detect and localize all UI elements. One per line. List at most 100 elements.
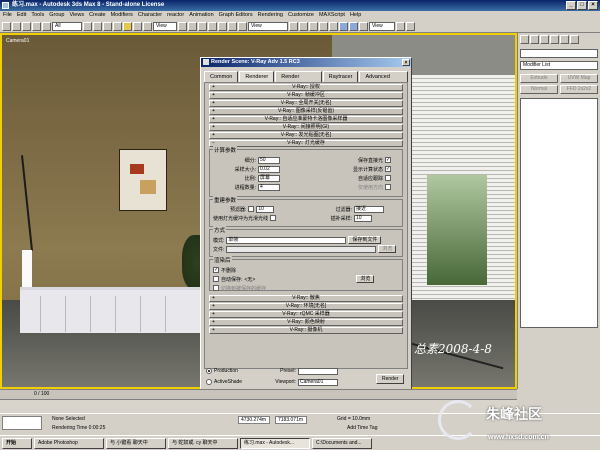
menu-help[interactable]: Help <box>350 11 361 20</box>
rect-select-icon[interactable] <box>103 21 112 31</box>
dont-delete-checkbox[interactable]: ✓ <box>213 267 219 273</box>
utilities-tab-icon[interactable] <box>570 35 579 44</box>
save-to-file-button[interactable]: 保存到文件 <box>348 236 382 244</box>
modifier-stack[interactable] <box>520 98 598 328</box>
menu-modifiers[interactable]: Modifiers <box>111 11 133 20</box>
viewport-label[interactable]: Camera01 <box>6 38 29 44</box>
unlink-icon[interactable] <box>32 21 41 31</box>
tab-advanced-lighting[interactable]: Advanced Lighting <box>359 71 408 90</box>
mirror-icon[interactable] <box>289 21 298 31</box>
menu-graph-editors[interactable]: Graph Editors <box>219 11 253 20</box>
modify-tab-icon[interactable] <box>530 35 539 44</box>
menu-animation[interactable]: Animation <box>189 11 213 20</box>
interp-samples-input[interactable]: 10 <box>354 214 372 222</box>
sample-size-input[interactable]: 0.02 <box>258 165 280 173</box>
rollout-authorization[interactable]: + V-Ray:: 授权 <box>209 84 403 91</box>
rollout-camera[interactable]: + V-Ray:: 摄像机 <box>209 327 403 334</box>
window-crossing-icon[interactable] <box>113 21 122 31</box>
rollout-global-switches[interactable]: + V-Ray:: 全局开关[无名] <box>209 100 403 107</box>
coord-y[interactable]: 7183.071m <box>275 416 307 424</box>
rotate-icon[interactable] <box>133 21 142 31</box>
move-icon[interactable] <box>123 21 132 31</box>
adaptive-checkbox[interactable] <box>385 175 391 181</box>
menu-character[interactable]: Character <box>138 11 162 20</box>
file-input[interactable] <box>226 245 377 253</box>
menu-group[interactable]: Group <box>49 11 64 20</box>
passes-input[interactable]: 4 <box>258 183 280 191</box>
menu-create[interactable]: Create <box>89 11 106 20</box>
render-button[interactable]: Render <box>376 374 405 384</box>
prefilter-input[interactable]: 10 <box>256 205 275 213</box>
material-editor-icon[interactable] <box>339 21 348 31</box>
use-for-glossy-checkbox[interactable] <box>270 215 277 221</box>
start-button[interactable]: 开始 <box>2 438 32 449</box>
layer-manager-icon[interactable] <box>309 21 318 31</box>
named-selection-icon[interactable] <box>238 21 247 31</box>
coord-x[interactable]: 4730.274m <box>238 416 270 424</box>
auto-save-browse-button[interactable]: 浏览 <box>356 275 375 283</box>
rollout-color-mapping[interactable]: + V-Ray:: 颜色映射 <box>209 319 403 326</box>
rollout-rqmc-sampler[interactable]: + V-Ray:: rQMC 采样器 <box>209 311 403 318</box>
rollout-adaptive-qmc[interactable]: + V-Ray:: 自适应准蒙特卡洛图像采样器 <box>209 116 403 123</box>
align-icon[interactable] <box>299 21 308 31</box>
menu-customize[interactable]: Customize <box>288 11 314 20</box>
task-3dsmax[interactable]: 练习.max - Autodesk... <box>240 438 310 449</box>
link-icon[interactable] <box>22 21 31 31</box>
object-name-field[interactable] <box>520 49 598 58</box>
tab-common[interactable]: Common <box>204 71 239 82</box>
close-button[interactable]: × <box>588 1 598 10</box>
redo-icon[interactable] <box>12 21 21 31</box>
production-radio[interactable] <box>206 368 212 374</box>
percent-snap-icon[interactable] <box>218 21 227 31</box>
rollout-caustics[interactable]: + V-Ray:: 散焦 <box>209 295 403 302</box>
task-chat-1[interactable]: 与 小键看 聊天中 <box>106 438 166 449</box>
undo-icon[interactable] <box>2 21 11 31</box>
schematic-view-icon[interactable] <box>329 21 338 31</box>
browse-file-button[interactable]: 浏览 <box>378 245 397 253</box>
menu-file[interactable]: File <box>3 11 12 20</box>
ffd-button[interactable]: FFD 2x2x2 <box>560 85 598 94</box>
menu-edit[interactable]: Edit <box>17 11 26 20</box>
switch-saved-checkbox[interactable] <box>213 285 219 291</box>
angle-snap-icon[interactable] <box>208 21 217 31</box>
mode-select[interactable]: 单帧 <box>226 236 347 244</box>
tab-render-elements[interactable]: Render Elements <box>275 71 322 90</box>
show-phase-checkbox[interactable]: ✓ <box>385 166 391 172</box>
create-tab-icon[interactable] <box>520 35 529 44</box>
tab-raytracer[interactable]: Raytracer <box>322 71 359 82</box>
uvw-map-button[interactable]: UVW Map <box>560 74 598 83</box>
rollout-image-sampler[interactable]: + V-Ray:: 图像采样(反锯齿) <box>209 108 403 115</box>
task-photoshop[interactable]: Adobe Photoshop <box>34 438 104 449</box>
render-scene-icon[interactable] <box>349 21 358 31</box>
snap-icon[interactable] <box>198 21 207 31</box>
scale-select[interactable]: 屏幕 <box>258 174 280 182</box>
scale-icon[interactable] <box>143 21 152 31</box>
menu-rendering[interactable]: Rendering <box>258 11 283 20</box>
use-directions-checkbox[interactable] <box>385 184 391 190</box>
minimize-button[interactable]: _ <box>566 1 576 10</box>
selection-filter[interactable]: All <box>52 21 82 31</box>
spinner-snap-icon[interactable] <box>228 21 237 31</box>
normal-button[interactable]: Normal <box>520 85 558 94</box>
menu-tools[interactable]: Tools <box>31 11 44 20</box>
tab-renderer[interactable]: Renderer <box>239 71 275 82</box>
rollout-light-cache[interactable]: − V-Ray:: 灯光缓存 <box>209 140 403 147</box>
modifier-list[interactable]: Modifier List <box>520 61 598 70</box>
viewport-select[interactable]: Camera01 <box>298 378 338 386</box>
rollout-indirect-illumination[interactable]: + V-Ray:: 间接照明(GI) <box>209 124 403 131</box>
ref-coord-select[interactable]: View <box>153 21 177 31</box>
extrude-button[interactable]: Extrude <box>520 74 558 83</box>
dialog-close-icon[interactable]: × <box>402 59 410 66</box>
subdivs-input[interactable]: 50 <box>258 156 280 164</box>
select-icon[interactable] <box>83 21 92 31</box>
filter-select[interactable]: 接近 <box>354 205 384 213</box>
hierarchy-tab-icon[interactable] <box>540 35 549 44</box>
rollout-irradiance-map[interactable]: + V-Ray:: 发光贴图[无名] <box>209 132 403 139</box>
maxscript-listener[interactable] <box>2 416 42 430</box>
rollout-frame-buffer[interactable]: + V-Ray:: 帧缓冲区 <box>209 92 403 99</box>
maximize-button[interactable]: □ <box>577 1 587 10</box>
display-tab-icon[interactable] <box>560 35 569 44</box>
manipulate-icon[interactable] <box>188 21 197 31</box>
menu-views[interactable]: Views <box>70 11 85 20</box>
task-documents[interactable]: C:\Documents and... <box>312 438 372 449</box>
